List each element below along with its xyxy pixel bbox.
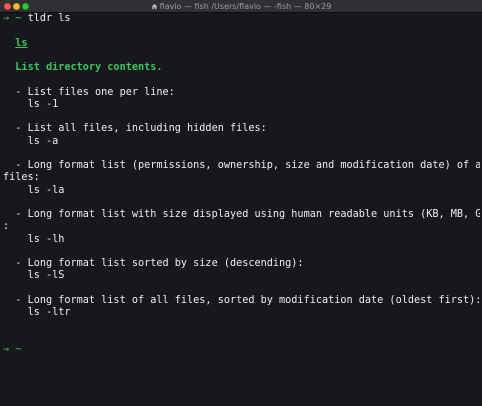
window-title-container: flavio — fish /Users/flavio — -fish — 80…: [0, 0, 482, 13]
typed-command: tldr ls: [27, 13, 71, 24]
example-description: - List files one per line:: [15, 86, 175, 98]
terminal-window: flavio — fish /Users/flavio — -fish — 80…: [0, 0, 482, 406]
prompt-arrow: →: [3, 13, 10, 24]
command-line: → ~ tldr ls: [3, 13, 480, 25]
example-command: ls -ltr: [27, 307, 71, 318]
example-description: - List all files, including hidden files…: [15, 123, 267, 135]
example-command: ls -la: [27, 184, 65, 196]
page-heading-line: ls: [3, 38, 480, 50]
terminal-output[interactable]: → ~ tldr ls ls List directory contents. …: [3, 13, 480, 406]
example-command: ls -a: [27, 135, 59, 147]
prompt-directory: ~: [15, 13, 22, 24]
prompt-directory: ~: [15, 343, 22, 355]
example-command: ls -1: [27, 98, 59, 110]
home-icon: [151, 4, 157, 10]
window-title: flavio — fish /Users/flavio — -fish — 80…: [159, 2, 332, 11]
example-description: - Long format list sorted by size (desce…: [15, 258, 304, 269]
example-description: - Long format list of all files, sorted …: [15, 294, 480, 306]
page-heading: ls: [15, 37, 28, 49]
example-description-wrap: files:: [3, 172, 40, 184]
page-description-line: List directory contents.: [3, 62, 480, 74]
title-bar[interactable]: flavio — fish /Users/flavio — -fish — 80…: [0, 0, 482, 13]
example-description-wrap: :: [3, 221, 10, 233]
example-command: ls -lS: [27, 270, 65, 282]
prompt-arrow: →: [3, 343, 10, 355]
page-description: List directory contents.: [15, 62, 163, 73]
example-description: - Long format list with size displayed u…: [15, 209, 480, 220]
example-description: - Long format list (permissions, ownersh…: [15, 160, 480, 171]
example-command: ls -lh: [27, 233, 65, 245]
final-prompt-line: → ~: [3, 344, 480, 356]
